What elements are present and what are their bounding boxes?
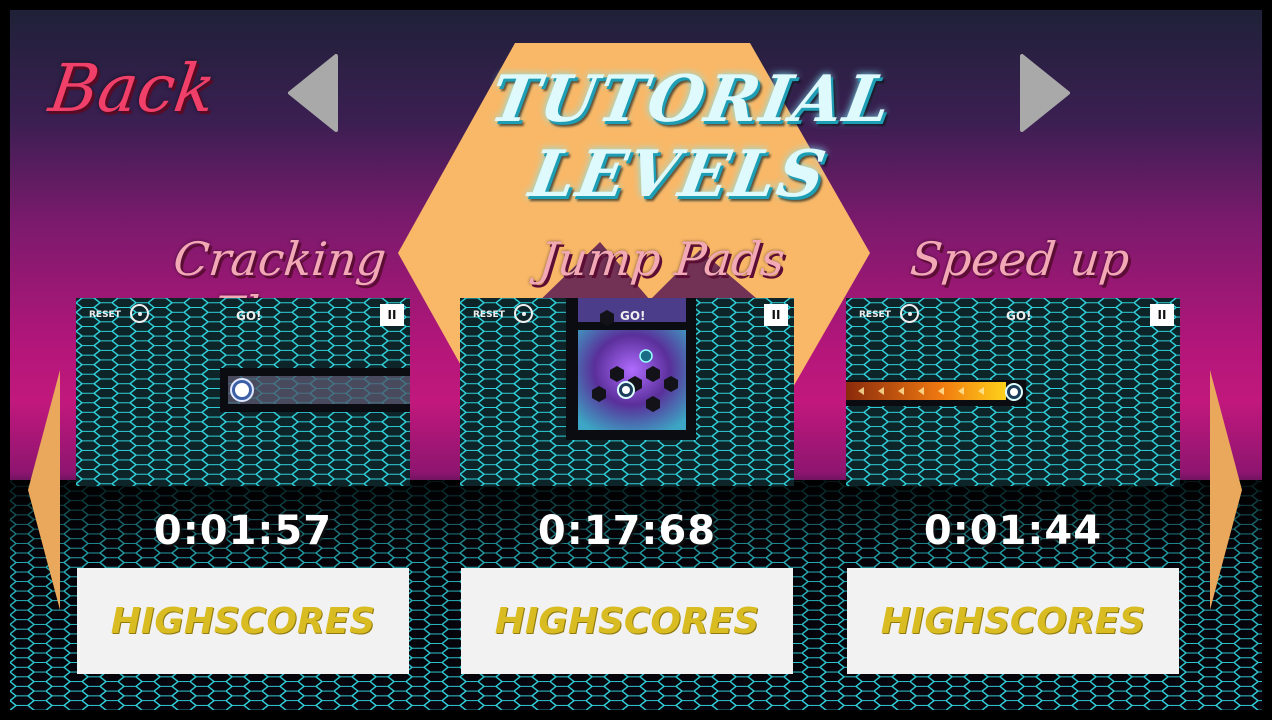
highscores-button[interactable]: HIGHSCORES [77,568,409,674]
reset-icon [514,304,533,323]
best-time: 0:17:68 [537,508,717,554]
reset-icon [130,304,149,323]
go-label: GO! [1006,309,1032,323]
carousel-next-button[interactable] [1206,368,1244,612]
go-label: GO! [236,309,262,323]
pause-icon: II [764,304,788,326]
go-label: GO! [620,309,646,323]
page-title: TUTORIAL LEVELS [484,62,899,212]
level-select-screen: Back TUTORIAL LEVELS Cracking Floor RESE… [10,10,1262,710]
prev-category-button[interactable] [286,54,340,132]
pause-icon: II [380,304,404,326]
reset-label: RESET [859,310,891,320]
next-category-button[interactable] [1018,54,1072,132]
reset-icon [900,304,919,323]
reset-label: RESET [89,310,121,320]
pause-icon: II [1150,304,1174,326]
level-name: Speed up [907,232,1133,286]
level-name: Jump Pads [536,232,788,286]
level-thumbnail-cracking-floor[interactable]: RESET GO! II [76,298,410,486]
chevron-right-icon [1210,370,1242,610]
chevron-left-icon [28,370,60,610]
carousel-prev-button[interactable] [26,368,64,612]
highscores-button[interactable]: HIGHSCORES [461,568,793,674]
highscores-button[interactable]: HIGHSCORES [847,568,1179,674]
triangle-left-icon [288,54,338,132]
best-time: 0:01:44 [923,508,1103,554]
triangle-right-icon [1020,54,1070,132]
reset-label: RESET [473,310,505,320]
back-button[interactable]: Back [45,50,221,127]
best-time: 0:01:57 [153,508,333,554]
level-thumbnail-jump-pads[interactable]: RESET GO! II [460,298,794,486]
level-thumbnail-speed-up[interactable]: RESET GO! II [846,298,1180,486]
